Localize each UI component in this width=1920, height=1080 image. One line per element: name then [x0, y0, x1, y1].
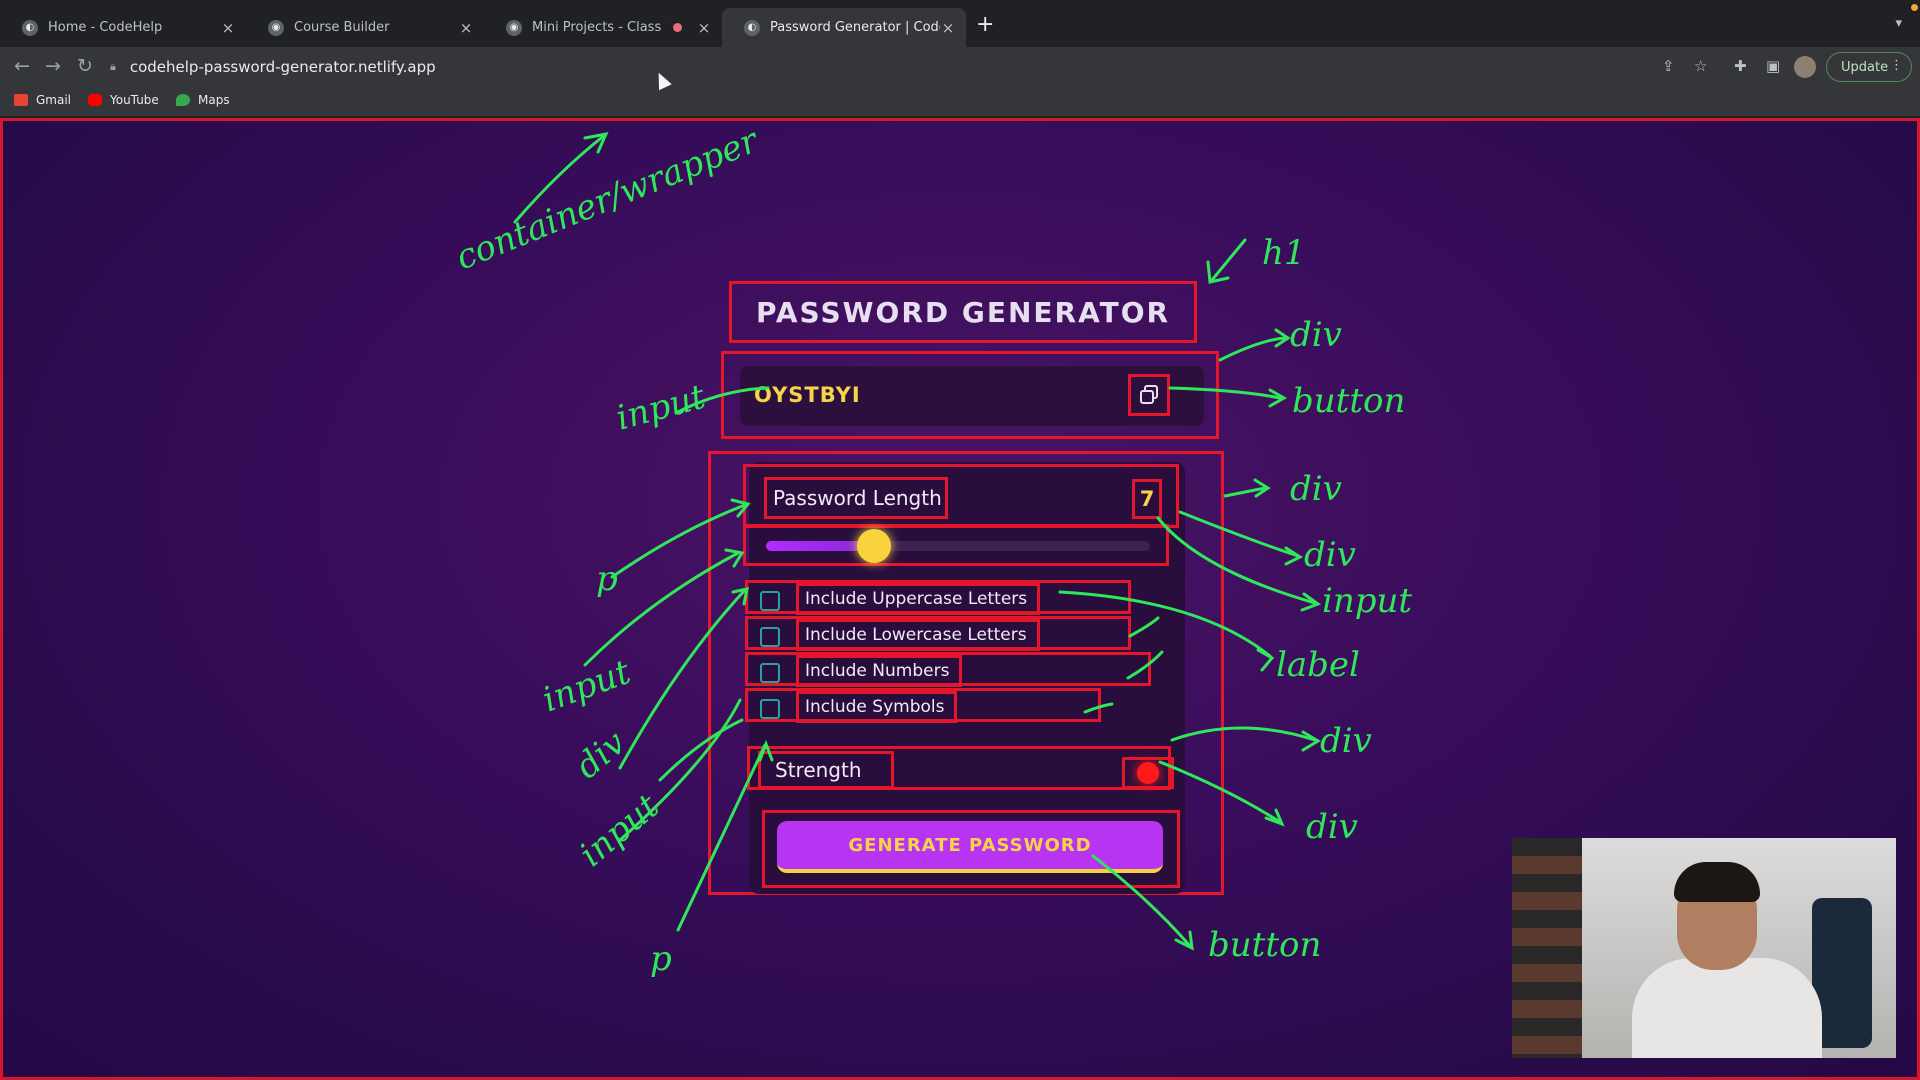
address-bar[interactable]: 🔒︎ codehelp-password-generator.netlify.a…: [110, 52, 1770, 82]
generate-password-button[interactable]: GENERATE PASSWORD: [777, 821, 1163, 873]
bookmark-label: Maps: [198, 93, 230, 107]
copy-button[interactable]: [1128, 374, 1170, 416]
youtube-icon: [88, 94, 102, 106]
back-arrow-icon[interactable]: ←: [14, 55, 30, 77]
settings-container: Password Length 7 Include Uppercase Lett…: [708, 451, 1224, 895]
share-icon[interactable]: ⇪: [1662, 57, 1675, 75]
option-lowercase[interactable]: Include Lowercase Letters: [745, 616, 1131, 651]
side-panel-icon[interactable]: ▣: [1766, 57, 1780, 75]
option-uppercase[interactable]: Include Uppercase Letters: [745, 580, 1131, 615]
strength-label: Strength: [758, 751, 894, 789]
bookmark-youtube[interactable]: YouTube: [88, 93, 159, 107]
copy-icon: [1140, 385, 1158, 404]
close-icon[interactable]: ×: [696, 19, 712, 37]
tab-mini-projects[interactable]: ◉ Mini Projects - Class 1 ×: [484, 8, 722, 47]
length-label: Password Length: [764, 477, 948, 519]
tab-title: Mini Projects - Class 1: [532, 20, 667, 35]
lowercase-checkbox[interactable]: [760, 627, 780, 647]
update-label: Update: [1841, 59, 1889, 75]
browser-toolbar: ← → ↻ 🔒︎ codehelp-password-generator.net…: [0, 47, 1920, 87]
length-value: 7: [1132, 479, 1162, 519]
tab-course-builder[interactable]: ◉ Course Builder ×: [246, 8, 484, 47]
bookmark-gmail[interactable]: Gmail: [14, 93, 71, 107]
tab-home[interactable]: ◐ Home - CodeHelp ×: [0, 8, 246, 47]
generate-wrapper: GENERATE PASSWORD: [762, 810, 1180, 888]
bookmarks-bar: Gmail YouTube Maps: [0, 87, 1920, 117]
more-menu-icon[interactable]: ⋮: [1890, 58, 1903, 73]
tab-title: Home - CodeHelp: [48, 20, 163, 35]
new-tab-plus-icon[interactable]: +: [976, 14, 994, 36]
close-icon[interactable]: ×: [458, 19, 474, 37]
notification-dot: [1911, 4, 1918, 11]
tab-bar: ◐ Home - CodeHelp × ◉ Course Builder × ◉…: [0, 0, 1920, 47]
symbols-label[interactable]: Include Symbols: [796, 691, 958, 723]
maps-icon: [176, 94, 190, 106]
strength-indicator: [1122, 757, 1174, 789]
mini-projects-favicon-icon: ◉: [506, 19, 522, 36]
bookmark-label: YouTube: [110, 93, 159, 107]
slider-track[interactable]: [766, 529, 1150, 563]
lowercase-label[interactable]: Include Lowercase Letters: [796, 619, 1040, 651]
tab-password-generator[interactable]: ◐ Password Generator | CodeHe ×: [722, 8, 966, 47]
forward-arrow-icon[interactable]: →: [45, 55, 61, 77]
webcam-wall: [1512, 838, 1582, 1058]
update-button[interactable]: Update ⋮: [1826, 52, 1912, 82]
url-text: codehelp-password-generator.netlify.app: [129, 58, 436, 76]
gmail-icon: [14, 94, 28, 106]
webcam-hair: [1674, 862, 1760, 902]
display-container: OYSTBYI: [721, 351, 1219, 439]
lock-icon: 🔒︎: [110, 60, 116, 73]
page-title: PASSWORD GENERATOR: [729, 281, 1197, 343]
webcam-person: [1632, 958, 1822, 1058]
avatar[interactable]: [1794, 56, 1816, 78]
length-row: Password Length 7: [743, 464, 1179, 528]
bookmark-label: Gmail: [36, 93, 72, 107]
slider-thumb[interactable]: [856, 529, 891, 563]
uppercase-checkbox[interactable]: [760, 591, 780, 611]
length-slider[interactable]: [743, 524, 1169, 566]
bookmark-maps[interactable]: Maps: [176, 93, 230, 107]
tab-title: Course Builder: [294, 20, 390, 35]
tab-title: Password Generator | CodeHe: [770, 20, 940, 35]
codehelp-favicon-icon: ◐: [744, 19, 760, 36]
codehelp-favicon-icon: ◐: [22, 19, 38, 36]
chevron-down-icon[interactable]: ▾: [1895, 16, 1902, 31]
recording-icon: [673, 23, 682, 32]
password-input[interactable]: OYSTBYI: [754, 383, 861, 407]
numbers-label[interactable]: Include Numbers: [796, 655, 963, 687]
close-icon[interactable]: ×: [220, 19, 236, 37]
symbols-checkbox[interactable]: [760, 699, 780, 719]
webcam-overlay: [1512, 838, 1896, 1058]
numbers-checkbox[interactable]: [760, 663, 780, 683]
reload-icon[interactable]: ↻: [77, 55, 93, 77]
star-icon[interactable]: ☆: [1694, 57, 1707, 75]
strength-dot: [1137, 762, 1159, 784]
close-icon[interactable]: ×: [940, 19, 956, 37]
uppercase-label[interactable]: Include Uppercase Letters: [796, 583, 1041, 615]
strength-row: Strength: [747, 746, 1174, 790]
option-numbers[interactable]: Include Numbers: [745, 652, 1151, 687]
extensions-icon[interactable]: ✚: [1734, 57, 1747, 75]
course-builder-favicon-icon: ◉: [268, 19, 284, 36]
option-symbols[interactable]: Include Symbols: [745, 688, 1101, 723]
